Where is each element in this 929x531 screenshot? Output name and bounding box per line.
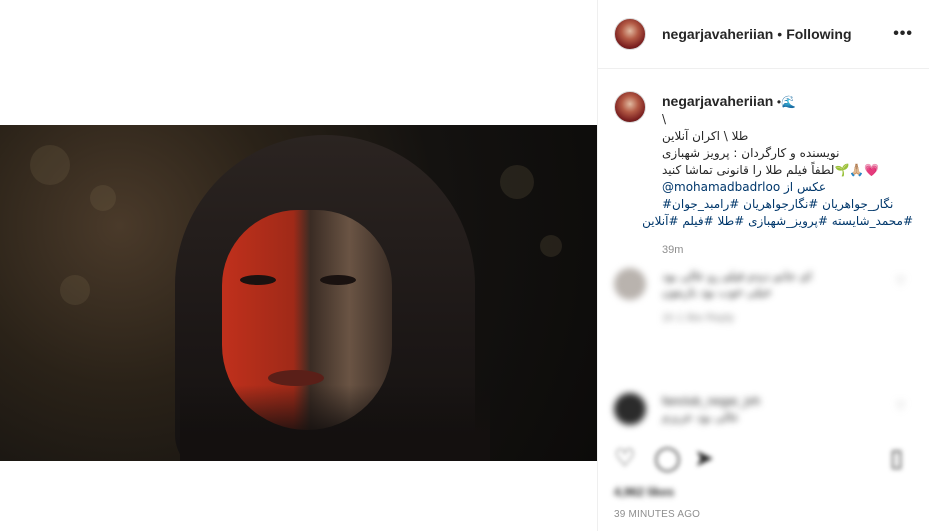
hashtags-line[interactable]: نگار_جواهریان #نگارجواهریان #رامبد_جوان# xyxy=(662,196,913,213)
comment-like-icon[interactable]: ♡ xyxy=(895,399,906,413)
hashtags-line[interactable]: #محمد_شایسته #پرویز_شهبازی #طلا #فیلم #آ… xyxy=(642,213,913,230)
comment-meta[interactable]: 1h 1 like Reply xyxy=(662,312,914,324)
bookmark-icon[interactable]: ▯ xyxy=(890,444,903,473)
bokeh-light xyxy=(540,235,562,257)
comment-avatar[interactable] xyxy=(614,268,646,300)
bokeh-light xyxy=(30,145,70,185)
heart-icon[interactable]: ♡ xyxy=(614,444,636,473)
caption-line: نویسنده و کارگردان : پرویز شهبازی xyxy=(662,146,840,160)
comment-item: fanclub_negar_jvh عالی بود عزیزم ♡ xyxy=(614,393,914,425)
caption-username[interactable]: negarjavaheriian xyxy=(662,93,773,109)
caption: negarjavaheriian •🌊 \ طلا \ اکران آنلاین… xyxy=(598,69,929,259)
comment-text: ای جانم دیدم فیلم رو عالی بود خیلی خوب ب… xyxy=(662,269,812,299)
caption-line: 💗🙏🏼🌱لطفاً فیلم طلا را قانونی تماشا کنید xyxy=(662,163,880,177)
post-photo[interactable] xyxy=(0,125,597,461)
lips xyxy=(268,370,324,386)
mention-link[interactable]: @mohamadbadrloo عکس از xyxy=(662,179,913,196)
comment-avatar[interactable] xyxy=(614,393,646,425)
header-username[interactable]: negarjavaheriian xyxy=(662,26,773,42)
separator-dot: • xyxy=(777,26,783,42)
scarf-shadow xyxy=(180,385,490,461)
right-eye xyxy=(320,275,356,285)
share-icon[interactable]: ➤ xyxy=(694,444,714,473)
caption-line: \ xyxy=(662,112,667,126)
following-button[interactable]: Following xyxy=(786,26,851,42)
post-time-ago: 39 MINUTES AGO xyxy=(614,509,701,520)
likes-count[interactable]: 4,962 likes xyxy=(614,485,674,499)
comment-like-icon[interactable]: ♡ xyxy=(895,274,906,288)
caption-avatar[interactable] xyxy=(614,91,646,123)
caption-line: طلا \ اکران آنلاین xyxy=(662,129,749,143)
bokeh-light xyxy=(500,165,534,199)
avatar[interactable] xyxy=(614,18,646,50)
caption-timestamp: 39m xyxy=(662,244,684,256)
post-header: negarjavaheriian • Following ••• xyxy=(598,0,929,69)
caption-body: negarjavaheriian •🌊 \ طلا \ اکران آنلاین… xyxy=(642,93,913,259)
comment-item: ای جانم دیدم فیلم رو عالی بود خیلی خوب ب… xyxy=(614,268,914,324)
comment-text: fanclub_negar_jvh عالی بود عزیزم xyxy=(662,394,761,424)
action-bar: ♡ ◯ ➤ ▯ xyxy=(614,442,914,478)
bokeh-light xyxy=(60,275,90,305)
more-options-icon[interactable]: ••• xyxy=(893,25,913,43)
caption-badge: •🌊 xyxy=(776,95,797,109)
post-sidebar: negarjavaheriian • Following ••• negarja… xyxy=(597,0,929,531)
bokeh-light xyxy=(90,185,116,211)
media-pane xyxy=(0,0,597,531)
comment-icon[interactable]: ◯ xyxy=(654,444,681,473)
left-eye xyxy=(240,275,276,285)
